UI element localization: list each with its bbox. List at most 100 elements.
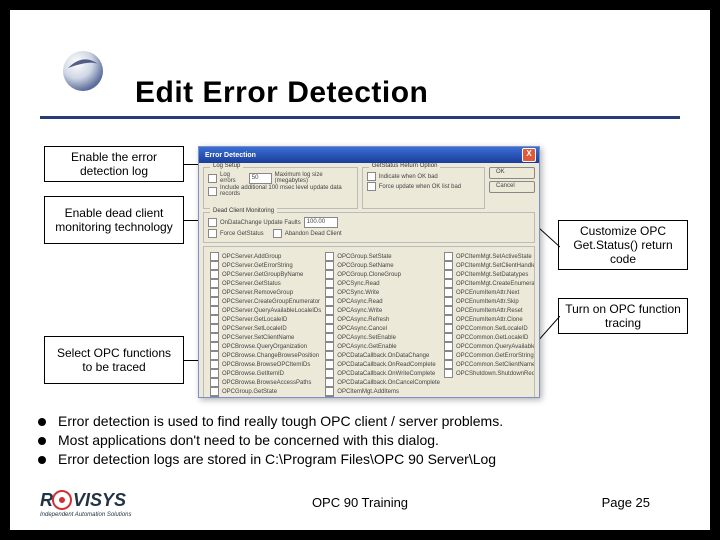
function-checkbox[interactable] [325,270,334,279]
log-include-checkbox[interactable] [208,187,217,196]
log-enable-label: Log errors [220,172,246,184]
function-checkbox[interactable] [210,279,219,288]
list-item: Most applications don't need to be conce… [38,432,688,448]
function-row: OPCEnumItemAttr.Next [444,288,535,297]
function-row: OPCServer.SetLocaleID [210,324,321,333]
function-row: OPCItemMgt.SetClientHandles [444,261,535,270]
function-checkbox[interactable] [210,252,219,261]
function-checkbox[interactable] [210,333,219,342]
status-opt2-checkbox[interactable] [367,182,376,191]
function-checkbox[interactable] [325,351,334,360]
function-checkbox[interactable] [325,306,334,315]
function-checkbox[interactable] [210,315,219,324]
function-checkbox[interactable] [325,324,334,333]
function-checkbox[interactable] [444,333,453,342]
dead-value-field[interactable]: 100.00 [304,217,338,228]
function-label: OPCServer.AddGroup [222,254,281,260]
function-row: OPCDataCallback.OnReadComplete [325,360,440,369]
dead-client-group: Dead Client Monitoring OnDataChange Upda… [203,212,535,243]
function-checkbox[interactable] [325,333,334,342]
dialog-titlebar: Error Detection X [199,147,539,163]
function-checkbox[interactable] [325,360,334,369]
function-checkbox[interactable] [444,270,453,279]
function-checkbox[interactable] [444,252,453,261]
ok-button[interactable]: OK [489,167,535,179]
function-row: OPCDataCallback.OnDataChange [325,351,440,360]
function-checkbox[interactable] [444,360,453,369]
function-label: OPCBrowse.GetItemID [222,371,284,377]
function-checkbox[interactable] [210,369,219,378]
dead-enable-checkbox[interactable] [208,218,217,227]
function-label: OPCServer.SetLocaleID [222,326,287,332]
function-checkbox[interactable] [210,270,219,279]
bullet-text: Error detection is used to find really t… [58,413,503,429]
function-checkbox[interactable] [325,315,334,324]
function-checkbox[interactable] [325,387,334,396]
bullet-text: Most applications don't need to be conce… [58,432,439,448]
function-checkbox[interactable] [210,306,219,315]
function-checkbox[interactable] [444,324,453,333]
function-checkbox[interactable] [444,342,453,351]
function-row: OPCDataCallback.OnWriteComplete [325,369,440,378]
function-checkbox[interactable] [210,297,219,306]
function-checkbox[interactable] [325,279,334,288]
function-label: OPCGroup.CloneGroup [337,272,401,278]
function-checkbox[interactable] [210,324,219,333]
function-row: OPCAsync.Write [325,306,440,315]
status-opt1-label: Indicate when OK bad [379,174,438,180]
function-row: OPCBrowse.ChangeBrowsePosition [210,351,321,360]
log-enable-checkbox[interactable] [208,174,217,183]
function-row: OPCServer.AddGroup [210,252,321,261]
function-label: OPCCommon.GetErrorString [456,353,534,359]
function-checkbox[interactable] [210,360,219,369]
svg-text:Independent Automation Solutio: Independent Automation Solutions [40,512,132,518]
function-checkbox[interactable] [210,351,219,360]
function-label: OPCItemMgt.AddItems [337,389,399,395]
dead-enable-label: OnDataChange Update Faults [220,220,301,226]
function-label: OPCItemMgt.SetClientHandles [456,263,535,269]
function-label: OPCGroup.SetName [337,263,393,269]
function-checkbox[interactable] [444,288,453,297]
function-checkbox[interactable] [444,351,453,360]
function-checkbox[interactable] [325,288,334,297]
function-checkbox[interactable] [444,297,453,306]
function-checkbox[interactable] [444,315,453,324]
status-opt1-checkbox[interactable] [367,172,376,181]
function-checkbox[interactable] [325,378,334,387]
function-checkbox[interactable] [210,387,219,396]
function-label: OPCServer.GetLocaleID [222,317,287,323]
function-row: OPCBrowse.GetItemID [210,369,321,378]
function-label: OPCCommon.SetLocaleID [456,326,528,332]
function-checkbox[interactable] [444,369,453,378]
function-label: OPCCommon.GetLocaleID [456,335,528,341]
function-checkbox[interactable] [325,297,334,306]
function-row: OPCItemMgt.SetActiveState [444,252,535,261]
bullet-icon [38,456,46,464]
function-checkbox[interactable] [325,252,334,261]
dead-abandon-checkbox[interactable] [273,229,282,238]
cancel-button[interactable]: Cancel [489,181,535,193]
function-checkbox[interactable] [210,288,219,297]
function-checkbox[interactable] [210,342,219,351]
function-checkbox[interactable] [210,261,219,270]
function-checkbox[interactable] [444,261,453,270]
dead-force-checkbox[interactable] [208,229,217,238]
bullet-text: Error detection logs are stored in C:\Pr… [58,451,496,467]
opc-functions-group: OPC Functions To Save OPCServer.AddGroup… [203,246,535,398]
function-label: OPCServer.CreateGroupEnumerator [222,299,320,305]
function-checkbox[interactable] [210,396,219,398]
function-checkbox[interactable] [325,396,334,398]
close-icon[interactable]: X [522,148,536,162]
callout-select-funcs: Select OPC functions to be traced [44,336,184,384]
function-checkbox[interactable] [210,378,219,387]
function-checkbox[interactable] [325,261,334,270]
function-checkbox[interactable] [444,306,453,315]
function-label: OPCServer.GetGroupByName [222,272,303,278]
function-row [444,378,535,387]
dead-force-label: Force GetStatus [220,231,264,237]
log-max-field[interactable]: 50 [249,173,272,184]
function-checkbox[interactable] [325,342,334,351]
function-checkbox[interactable] [444,279,453,288]
function-checkbox[interactable] [325,369,334,378]
function-row: OPCCommon.SetLocaleID [444,324,535,333]
